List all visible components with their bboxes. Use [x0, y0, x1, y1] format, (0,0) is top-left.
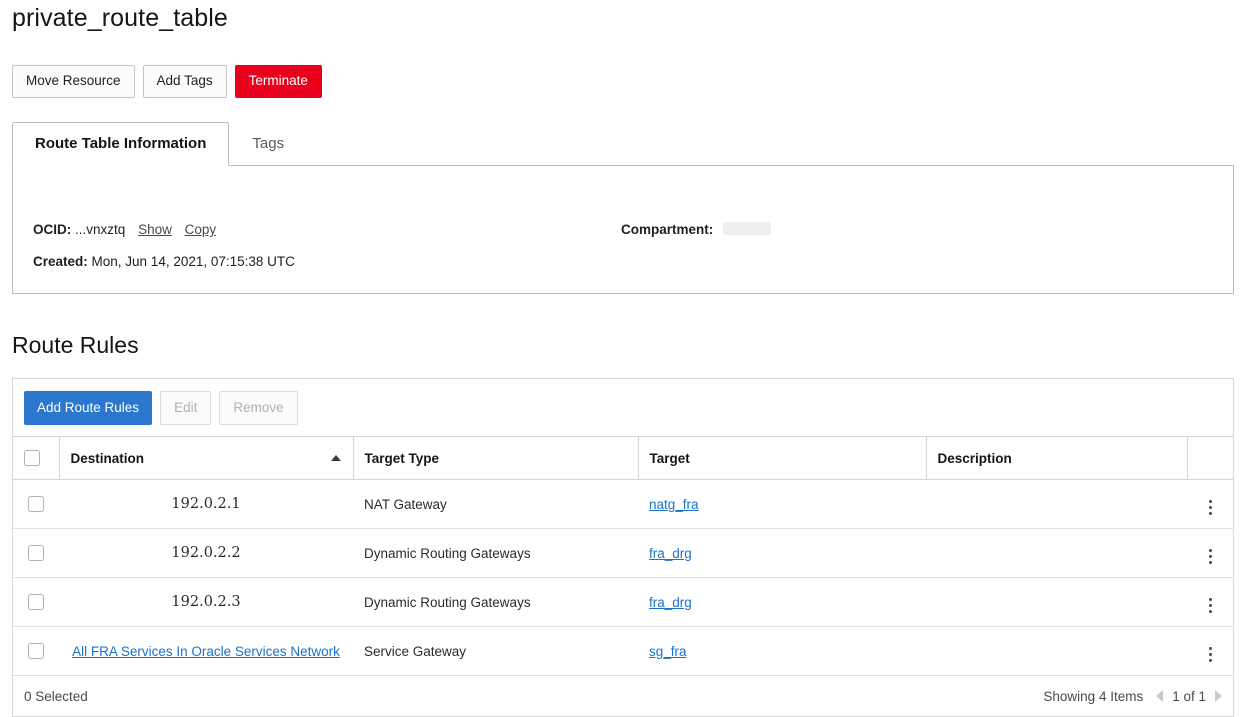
kebab-menu-icon[interactable] [1207, 645, 1214, 664]
destination-value: 192.0.2.3 [171, 594, 240, 610]
ocid-value: ...vnxztq [75, 222, 125, 237]
cell-target-type: NAT Gateway [353, 480, 638, 529]
target-link[interactable]: natg_fra [649, 497, 699, 512]
created-row: Created: Mon, Jun 14, 2021, 07:15:38 UTC [33, 253, 295, 270]
add-tags-button[interactable]: Add Tags [143, 65, 227, 98]
route-table-details-page: private_route_table Move Resource Add Ta… [0, 0, 1246, 700]
select-all-header-cell [13, 437, 59, 480]
previous-page-icon[interactable] [1156, 690, 1163, 702]
row-checkbox[interactable] [28, 545, 44, 561]
page-indicator: 1 of 1 [1172, 689, 1206, 704]
cell-target-type: Service Gateway [353, 627, 638, 676]
row-select-cell [13, 480, 59, 529]
cell-target-type: Dynamic Routing Gateways [353, 529, 638, 578]
column-header-description[interactable]: Description [926, 437, 1187, 480]
kebab-menu-icon[interactable] [1207, 547, 1214, 566]
row-select-cell [13, 529, 59, 578]
cell-target: sg_fra [638, 627, 926, 676]
table-body: 192.0.2.1 NAT Gateway natg_fra [13, 480, 1233, 676]
column-header-description-label: Description [938, 451, 1012, 466]
row-actions-cell [1187, 627, 1233, 676]
row-checkbox[interactable] [28, 496, 44, 512]
details-left-column: OCID: ...vnxztq Show Copy Created: Mon, … [33, 221, 295, 285]
row-actions-cell [1187, 578, 1233, 627]
move-resource-button[interactable]: Move Resource [12, 65, 135, 98]
remove-button: Remove [219, 391, 297, 425]
route-table-information-panel: OCID: ...vnxztq Show Copy Created: Mon, … [12, 166, 1234, 294]
ocid-show-link[interactable]: Show [138, 222, 172, 237]
ocid-row: OCID: ...vnxztq Show Copy [33, 221, 295, 238]
target-link[interactable]: fra_drg [649, 546, 692, 561]
cell-destination: 192.0.2.1 [59, 480, 353, 529]
table-header-row: Destination Target Type Target Descripti… [13, 437, 1233, 480]
terminate-button[interactable]: Terminate [235, 65, 322, 98]
target-link[interactable]: sg_fra [649, 644, 687, 659]
table-row: 192.0.2.3 Dynamic Routing Gateways fra_d… [13, 578, 1233, 627]
cell-destination: 192.0.2.2 [59, 529, 353, 578]
compartment-row: Compartment: [621, 221, 771, 238]
table-row: 192.0.2.2 Dynamic Routing Gateways fra_d… [13, 529, 1233, 578]
table-footer: 0 Selected Showing 4 Items 1 of 1 [13, 676, 1233, 716]
route-rules-toolbar: Add Route Rules Edit Remove [13, 379, 1233, 436]
cell-destination: All FRA Services In Oracle Services Netw… [59, 627, 353, 676]
showing-items-text: Showing 4 Items [1043, 689, 1143, 704]
row-actions-cell [1187, 529, 1233, 578]
column-header-destination-label: Destination [71, 451, 145, 466]
pagination-area: Showing 4 Items 1 of 1 [1043, 689, 1222, 704]
table-header: Destination Target Type Target Descripti… [13, 437, 1233, 480]
kebab-menu-icon[interactable] [1207, 498, 1214, 517]
resource-action-bar: Move Resource Add Tags Terminate [12, 65, 322, 98]
column-header-target-type-label: Target Type [365, 451, 440, 466]
route-rules-table-card: Add Route Rules Edit Remove Destina [12, 378, 1234, 717]
created-label: Created: [33, 254, 88, 269]
target-link[interactable]: fra_drg [649, 595, 692, 610]
details-right-column: Compartment: [621, 221, 771, 253]
row-select-cell [13, 627, 59, 676]
cell-target: fra_drg [638, 578, 926, 627]
cell-target: fra_drg [638, 529, 926, 578]
row-checkbox[interactable] [28, 594, 44, 610]
cell-destination: 192.0.2.3 [59, 578, 353, 627]
created-value: Mon, Jun 14, 2021, 07:15:38 UTC [92, 254, 295, 269]
next-page-icon[interactable] [1215, 690, 1222, 702]
column-header-target-label: Target [650, 451, 690, 466]
destination-value: 192.0.2.2 [171, 545, 240, 561]
details-tabs: Route Table Information Tags OCID: ...vn… [12, 122, 1234, 294]
ocid-label: OCID: [33, 222, 71, 237]
column-header-destination[interactable]: Destination [59, 437, 353, 480]
cell-description [926, 480, 1187, 529]
tab-route-table-information[interactable]: Route Table Information [12, 122, 229, 166]
tab-strip: Route Table Information Tags [12, 122, 1234, 166]
tab-tags[interactable]: Tags [229, 122, 307, 165]
row-actions-cell [1187, 480, 1233, 529]
column-header-target[interactable]: Target [638, 437, 926, 480]
compartment-value-redacted [723, 222, 771, 235]
sort-ascending-icon [331, 455, 341, 461]
pager: 1 of 1 [1156, 689, 1222, 704]
column-header-actions [1187, 437, 1233, 480]
row-select-cell [13, 578, 59, 627]
cell-description [926, 627, 1187, 676]
destination-value: 192.0.2.1 [171, 496, 240, 512]
ocid-copy-link[interactable]: Copy [185, 222, 217, 237]
select-all-checkbox[interactable] [24, 450, 40, 466]
selected-count: 0 Selected [24, 689, 88, 704]
route-rules-table: Destination Target Type Target Descripti… [13, 436, 1233, 676]
row-checkbox[interactable] [28, 643, 44, 659]
kebab-menu-icon[interactable] [1207, 596, 1214, 615]
compartment-label: Compartment: [621, 222, 713, 237]
cell-description [926, 529, 1187, 578]
table-row: 192.0.2.1 NAT Gateway natg_fra [13, 480, 1233, 529]
page-title: private_route_table [12, 2, 228, 34]
add-route-rules-button[interactable]: Add Route Rules [24, 391, 152, 425]
cell-target-type: Dynamic Routing Gateways [353, 578, 638, 627]
edit-button: Edit [160, 391, 211, 425]
column-header-target-type[interactable]: Target Type [353, 437, 638, 480]
route-rules-heading: Route Rules [12, 330, 139, 360]
cell-description [926, 578, 1187, 627]
table-row: All FRA Services In Oracle Services Netw… [13, 627, 1233, 676]
cell-target: natg_fra [638, 480, 926, 529]
destination-link[interactable]: All FRA Services In Oracle Services Netw… [72, 642, 340, 661]
